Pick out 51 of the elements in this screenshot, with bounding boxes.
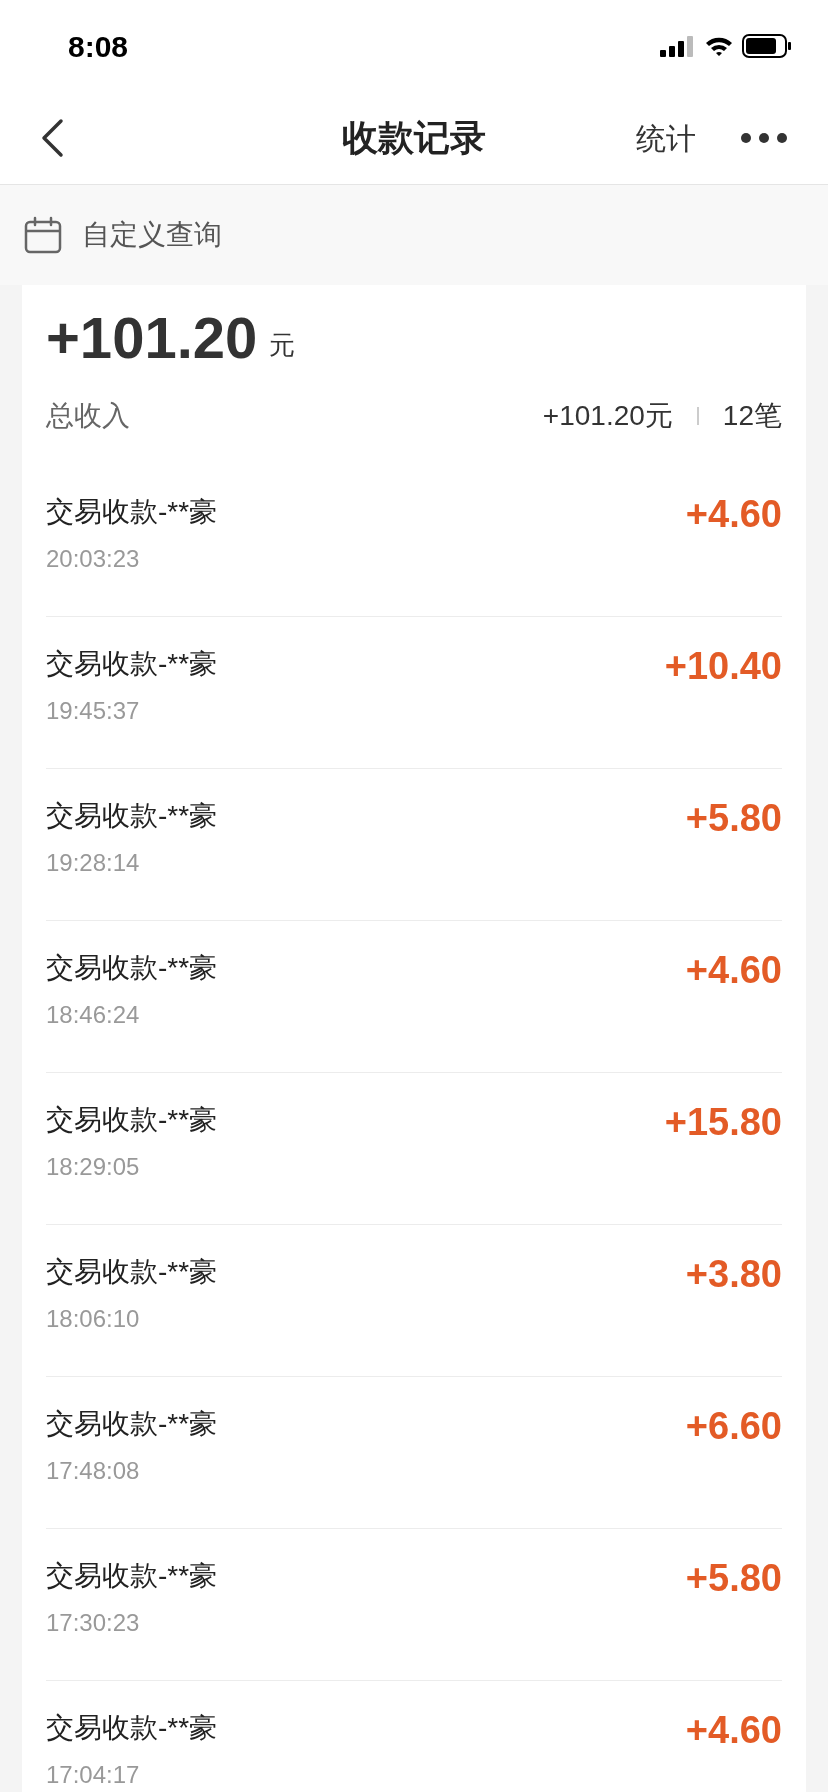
wifi-icon (704, 35, 734, 57)
record-title: 交易收款-**豪 (46, 1559, 218, 1593)
record-amount: +4.60 (685, 951, 782, 993)
record-time: 18:06:10 (46, 1304, 141, 1334)
record-title: 交易收款-**豪 (46, 1711, 218, 1745)
record-row[interactable]: 交易收款-**豪 19:45:37 +10.40 (46, 617, 782, 769)
record-row[interactable]: 交易收款-**豪 20:03:23 +4.60 (46, 465, 782, 617)
record-amount: +5.80 (685, 799, 782, 841)
status-time: 8:08 (68, 28, 129, 65)
record-amount: +6.60 (685, 1407, 782, 1449)
record-title: 交易收款-**豪 (46, 647, 218, 681)
record-amount: +4.60 (685, 1711, 782, 1753)
record-count: 12笔 (722, 399, 782, 433)
record-time: 18:46:24 (46, 1000, 141, 1030)
page-title: 收款记录 (342, 116, 486, 160)
custom-query-link[interactable]: 自定义查询 (82, 214, 222, 256)
record-time: 19:28:14 (46, 848, 141, 878)
summary-label: 总收入 (46, 399, 130, 433)
currency-unit: 元 (269, 329, 296, 362)
record-amount: +3.80 (685, 1255, 782, 1297)
record-time: 17:48:08 (46, 1456, 141, 1486)
record-row[interactable]: 交易收款-**豪 17:48:08 +6.60 (46, 1377, 782, 1529)
record-time: 17:30:23 (46, 1608, 141, 1638)
record-row[interactable]: 交易收款-**豪 19:28:14 +5.80 (46, 769, 782, 921)
record-row[interactable]: 交易收款-**豪 17:30:23 +5.80 (46, 1529, 782, 1681)
record-amount: +4.60 (685, 495, 782, 537)
signal-icon (660, 35, 696, 57)
income-total: +101.20元 (542, 399, 673, 433)
record-row[interactable]: 交易收款-**豪 17:04:17 +4.60 (46, 1681, 782, 1792)
record-amount: +15.80 (664, 1103, 782, 1145)
record-title: 交易收款-**豪 (46, 951, 218, 985)
total-amount: +101.20 (46, 309, 258, 367)
record-title: 交易收款-**豪 (46, 1103, 218, 1137)
statistics-link[interactable]: 统计 (636, 115, 696, 161)
record-time: 19:45:37 (46, 696, 141, 726)
record-row[interactable]: 交易收款-**豪 18:29:05 +15.80 (46, 1073, 782, 1225)
record-time: 20:03:23 (46, 544, 141, 574)
record-time: 17:04:17 (46, 1760, 141, 1790)
record-title: 交易收款-**豪 (46, 495, 218, 529)
back-icon[interactable] (40, 118, 64, 158)
record-amount: +10.40 (664, 647, 782, 689)
record-title: 交易收款-**豪 (46, 1407, 218, 1441)
record-row[interactable]: 交易收款-**豪 18:06:10 +3.80 (46, 1225, 782, 1377)
record-title: 交易收款-**豪 (46, 799, 218, 833)
battery-icon (742, 34, 792, 58)
more-icon[interactable] (740, 132, 788, 144)
record-row[interactable]: 交易收款-**豪 18:46:24 +4.60 (46, 921, 782, 1073)
record-amount: +5.80 (685, 1559, 782, 1601)
record-title: 交易收款-**豪 (46, 1255, 218, 1289)
calendar-icon[interactable] (24, 216, 62, 254)
record-time: 18:29:05 (46, 1152, 141, 1182)
